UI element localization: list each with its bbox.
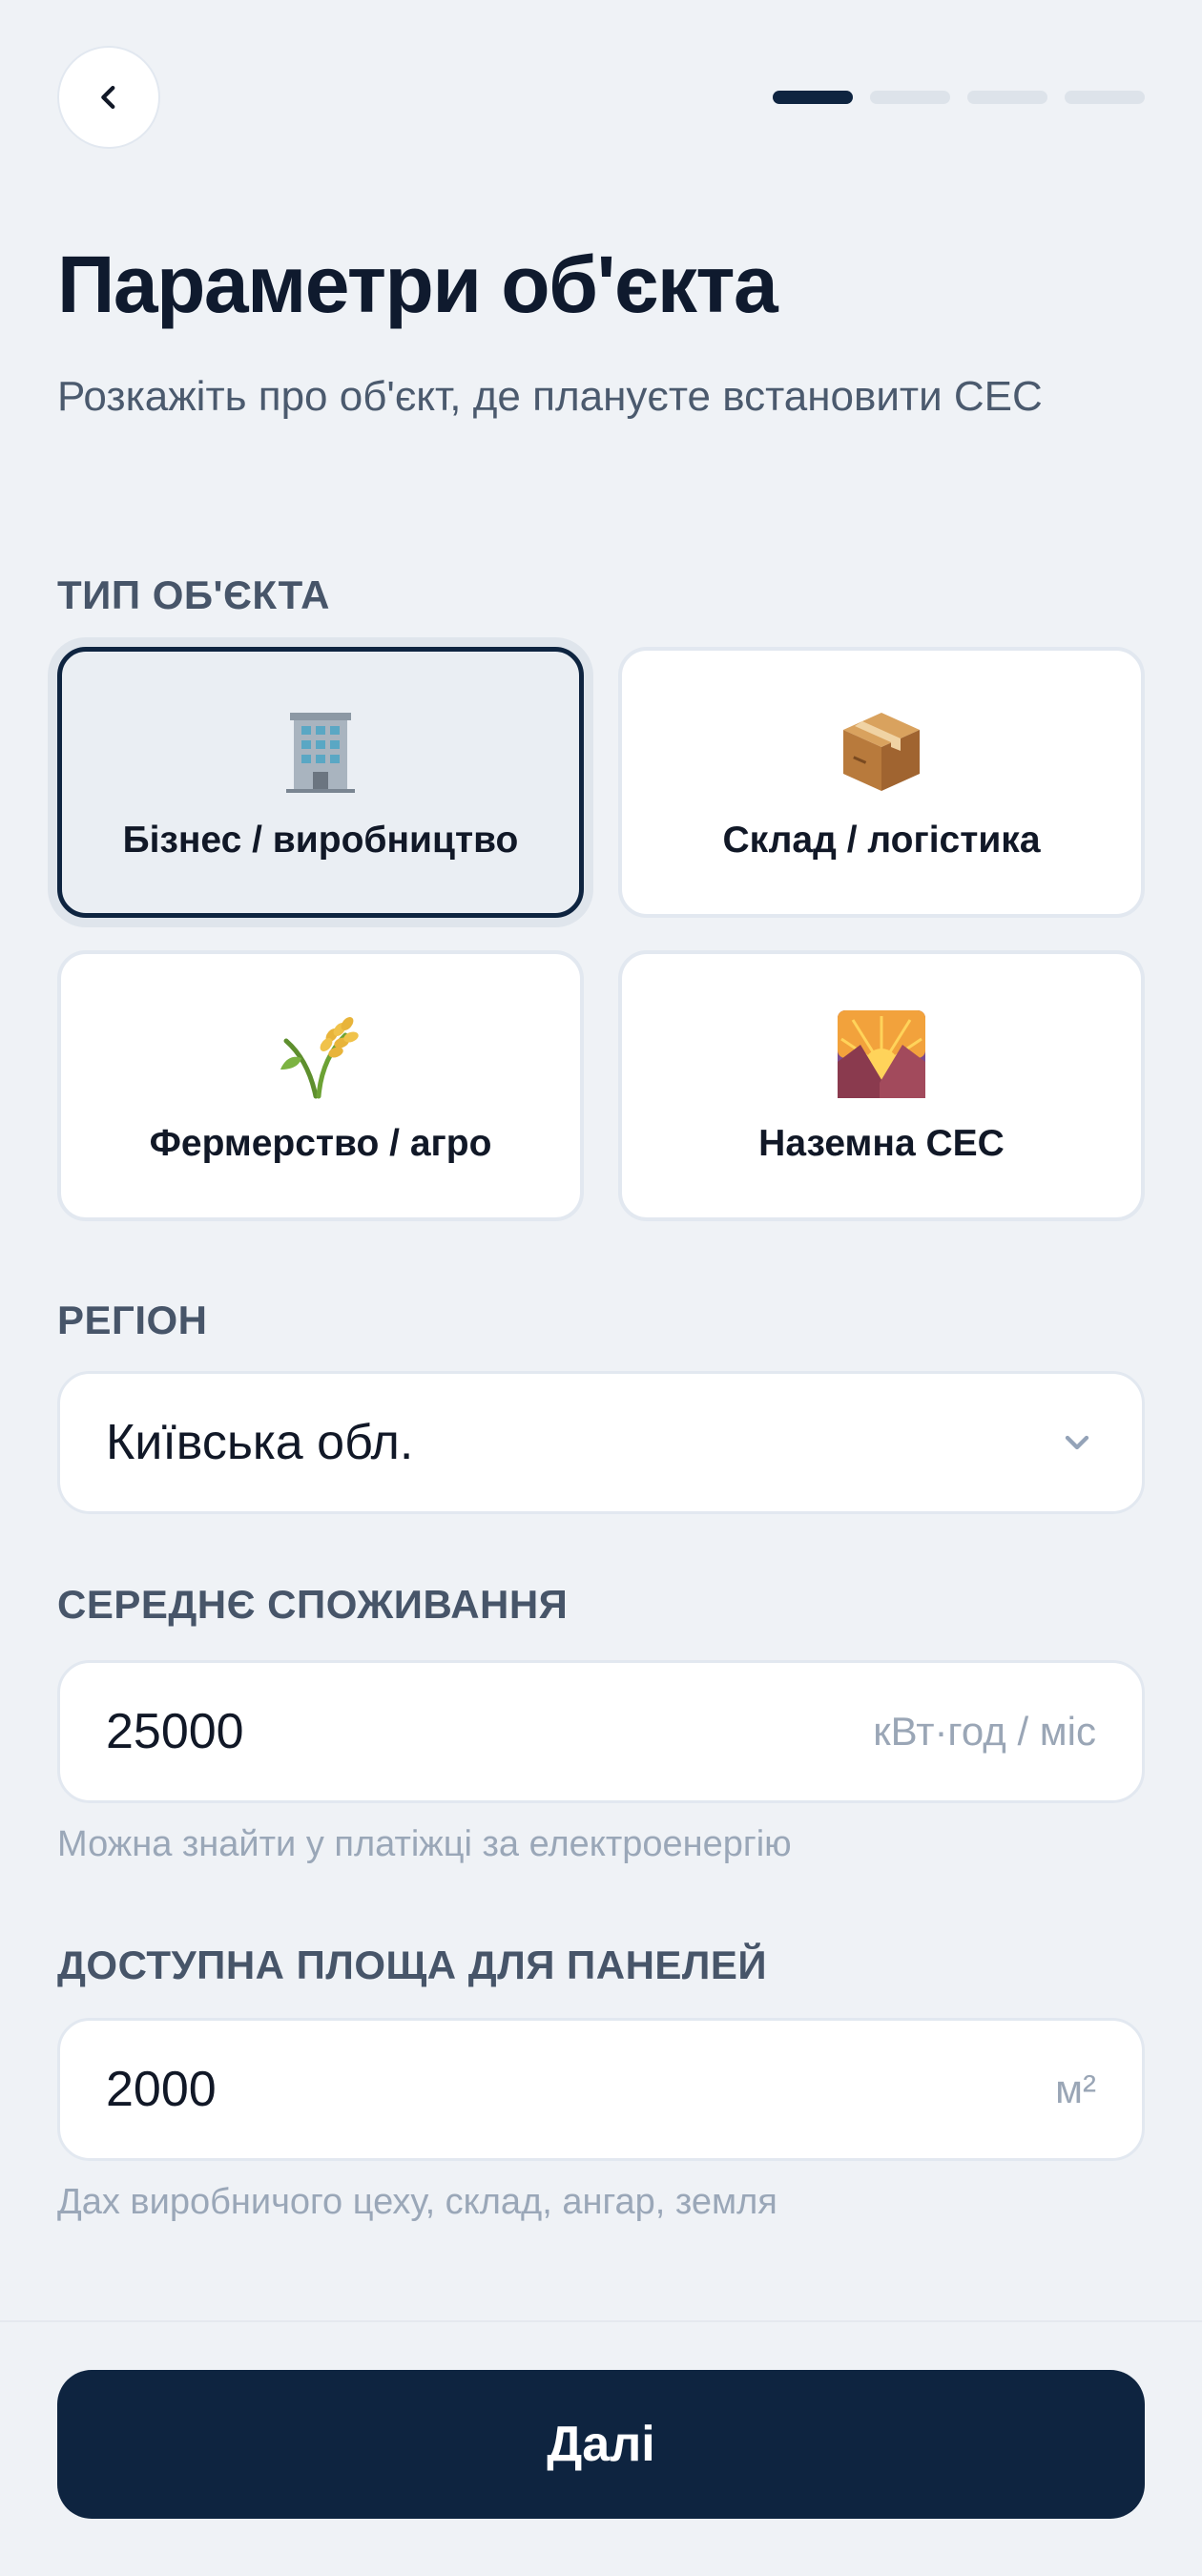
consumption-value: 25000: [106, 1704, 244, 1759]
consumption-input[interactable]: 25000 кВт·год / міс: [57, 1660, 1145, 1803]
page-title: Параметри об'єкта: [57, 239, 778, 329]
package-box-icon: [843, 713, 920, 791]
sunrise-over-mountains-icon: [838, 1010, 925, 1098]
bottom-divider: [0, 2320, 1202, 2322]
type-option-label: Фермерство / агро: [149, 1123, 492, 1164]
progress-step-3: [967, 91, 1047, 104]
consumption-hint: Можна знайти у платіжці за електроенергі…: [57, 1824, 792, 1864]
type-option-warehouse[interactable]: Склад / логістика: [618, 647, 1145, 918]
progress-step-4: [1065, 91, 1145, 104]
type-option-ground-solar[interactable]: Наземна СЕС: [618, 950, 1145, 1221]
rice-sheaf-icon: [280, 1017, 359, 1099]
region-label: РЕГІОН: [57, 1298, 208, 1342]
screen: Параметри об'єкта Розкажіть про об'єкт, …: [0, 0, 1202, 2576]
area-value: 2000: [106, 2062, 217, 2117]
consumption-unit: кВт·год / міс: [873, 1709, 1096, 1754]
type-option-label: Склад / логістика: [722, 820, 1041, 861]
consumption-label: СЕРЕДНЄ СПОЖИВАННЯ: [57, 1582, 569, 1627]
area-label: ДОСТУПНА ПЛОЩА ДЛЯ ПАНЕЛЕЙ: [57, 1942, 768, 1987]
office-building-icon: [286, 713, 355, 793]
type-option-label: Наземна СЕС: [758, 1123, 1005, 1164]
progress-step-2: [870, 91, 950, 104]
area-unit: м²: [1055, 2067, 1096, 2111]
chevron-left-icon: [101, 85, 115, 110]
object-type-label: ТИП ОБ'ЄКТА: [57, 572, 330, 617]
page-subtitle: Розкажіть про об'єкт, де плануєте встано…: [57, 373, 1043, 420]
type-option-business[interactable]: Бізнес / виробництво: [57, 647, 584, 918]
region-value: Київська обл.: [106, 1415, 414, 1470]
type-option-farming[interactable]: Фермерство / агро: [57, 950, 584, 1221]
region-select[interactable]: Київська обл.: [57, 1371, 1145, 1514]
next-button[interactable]: Далі: [57, 2370, 1145, 2519]
progress-step-1: [773, 91, 853, 104]
step-progress: [773, 91, 1145, 104]
chevron-down-icon: [1065, 1435, 1089, 1450]
back-button[interactable]: [57, 46, 160, 149]
area-input[interactable]: 2000 м²: [57, 2018, 1145, 2161]
area-hint: Дах виробничого цеху, склад, ангар, земл…: [57, 2182, 777, 2222]
type-option-label: Бізнес / виробництво: [122, 820, 519, 861]
